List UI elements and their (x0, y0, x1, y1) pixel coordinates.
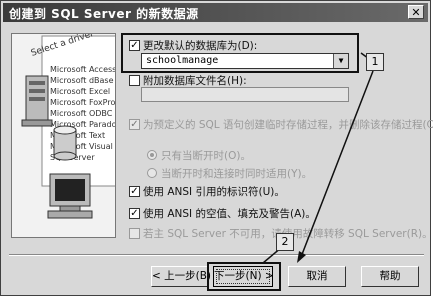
attach-db-file-checkbox[interactable] (129, 75, 140, 86)
new-datasource-dialog: 创建到 SQL Server 的新数据源 ✕ Select a driver M… (0, 0, 433, 296)
illus-driver-item: Microsoft dBase (50, 76, 114, 85)
window-title: 创建到 SQL Server 的新数据源 (9, 7, 199, 21)
radio-on-disconnect[interactable] (147, 150, 157, 160)
back-button[interactable]: < 上一步(B) (151, 266, 211, 287)
computer-icon (47, 173, 93, 219)
help-button[interactable]: 帮助 (361, 266, 419, 287)
attach-db-file-input[interactable] (141, 87, 349, 102)
wizard-illustration: Select a driver Microsoft Access I Micros… (11, 33, 116, 238)
title-bar: 创建到 SQL Server 的新数据源 ✕ (3, 3, 428, 22)
wizard-illustration-graphic: Select a driver Microsoft Access IMicros… (21, 34, 116, 219)
illus-driver-item: Microsoft FoxPro (50, 98, 115, 107)
illus-driver-item: Microsoft Access I (50, 65, 116, 74)
callout-1: 1 (366, 53, 384, 71)
failover-checkbox[interactable] (129, 228, 140, 239)
radio-on-disconnect-and-connect[interactable] (147, 168, 157, 178)
create-temp-sp-checkbox[interactable]: ✓ (129, 119, 140, 130)
ansi-nulls-checkbox[interactable]: ✓ (129, 208, 140, 219)
ansi-quoted-label: 使用 ANSI 引用的标识符(U)。 (143, 186, 285, 198)
ansi-nulls-label: 使用 ANSI 的空值、填充及警告(A)。 (143, 208, 316, 220)
database-icon (53, 125, 77, 161)
highlight-default-db (121, 33, 359, 73)
close-button[interactable]: ✕ (408, 5, 424, 19)
ansi-quoted-checkbox[interactable]: ✓ (129, 186, 140, 197)
attach-db-file-label: 附加数据库文件名(H): (143, 75, 247, 87)
create-temp-sp-label: 为预定义的 SQL 语句创建临时存储过程，并删除该存储过程(C): (143, 119, 433, 131)
illus-driver-item: Microsoft ODBC (50, 109, 113, 118)
cancel-button[interactable]: 取消 (288, 266, 346, 287)
button-separator (9, 254, 424, 256)
highlight-next-button (207, 262, 281, 291)
radio-on-disconnect-and-connect-label: 当断开时和连接时同时适用(Y)。 (161, 168, 313, 180)
callout-2: 2 (276, 233, 294, 251)
illus-driver-item: Microsoft Excel (50, 87, 110, 96)
radio-on-disconnect-label: 只有当断开时(O)。 (161, 150, 251, 162)
server-icon (21, 75, 53, 127)
